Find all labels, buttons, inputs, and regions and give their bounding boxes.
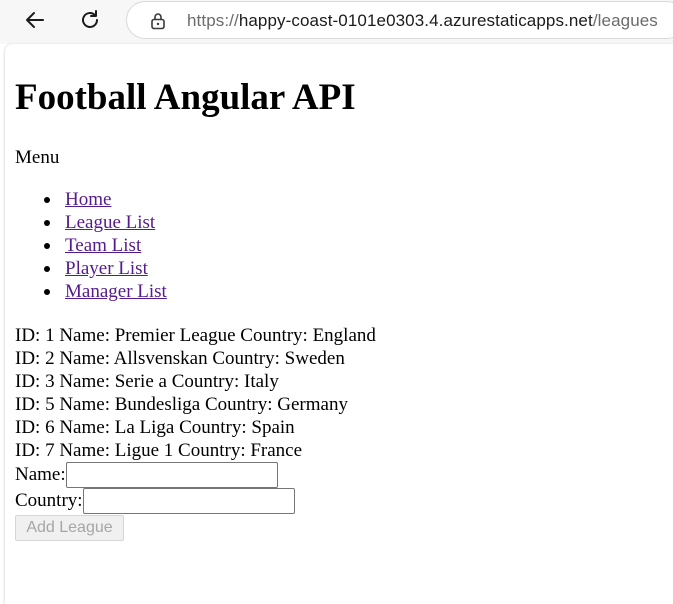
league-row: ID: 6 Name: La Liga Country: Spain [15,417,295,438]
country-form-row: Country: [15,488,295,514]
back-arrow-icon [26,12,44,28]
bullet-icon [44,289,50,295]
name-form-row: Name: [15,462,278,488]
lock-icon[interactable] [149,12,167,30]
url-scheme: https:// [187,11,239,30]
menu-label: Menu [15,147,60,168]
menu-link-home[interactable]: Home [65,189,111,210]
country-input[interactable] [82,488,295,514]
menu-link-team-list[interactable]: Team List [65,235,141,256]
add-league-button[interactable]: Add League [15,515,124,541]
reload-icon [82,10,98,28]
league-list: ID: 1 Name: Premier League Country: Engl… [15,324,376,462]
address-bar[interactable]: https://happy-coast-0101e0303.4.azuresta… [126,1,673,39]
url-path: /leagues [592,11,658,30]
menu-item-league-list: League List [15,211,167,234]
menu-list: Home League List Team List Player List M… [15,188,167,303]
league-row: ID: 7 Name: Ligue 1 Country: France [15,440,303,461]
bullet-icon [44,243,50,249]
league-row: ID: 1 Name: Premier League Country: Engl… [15,325,376,346]
menu-item-home: Home [15,188,167,211]
name-input[interactable] [65,462,278,488]
league-row: ID: 5 Name: Bundesliga Country: Germany [15,394,348,415]
menu-item-player-list: Player List [15,257,167,280]
menu-link-manager-list[interactable]: Manager List [65,281,167,302]
menu-link-player-list[interactable]: Player List [65,258,148,279]
menu-link-league-list[interactable]: League List [65,212,155,233]
country-label: Country: [15,490,83,511]
league-row: ID: 3 Name: Serie a Country: Italy [15,371,279,392]
name-label: Name: [15,464,66,485]
bullet-icon [44,266,50,272]
url-host: happy-coast-0101e0303.4.azurestaticapps.… [238,11,593,30]
league-row: ID: 2 Name: Allsvenskan Country: Sweden [15,348,345,369]
menu-item-manager-list: Manager List [15,280,167,303]
page-viewport: Football Angular API Menu Home League Li… [5,44,673,604]
reload-button[interactable] [73,3,107,37]
url-text[interactable]: https://happy-coast-0101e0303.4.azuresta… [187,11,658,31]
menu-item-team-list: Team List [15,234,167,257]
bullet-icon [44,220,50,226]
bullet-icon [44,197,50,203]
page-title: Football Angular API [15,77,356,118]
browser-toolbar: https://happy-coast-0101e0303.4.azuresta… [0,0,673,44]
back-button[interactable] [18,3,52,37]
